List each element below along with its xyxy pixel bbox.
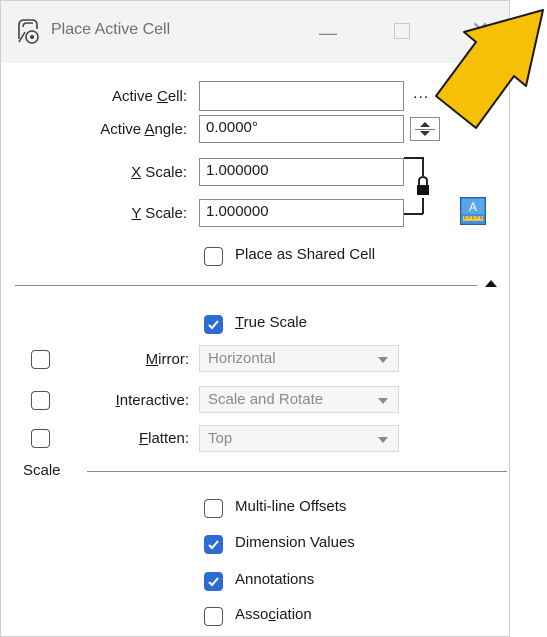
active-cell-label: Active Cell: bbox=[111, 88, 187, 105]
annotations-checkbox[interactable] bbox=[204, 572, 223, 591]
lock-bracket-bottom bbox=[404, 213, 423, 215]
interactive-value: Scale and Rotate bbox=[208, 391, 324, 408]
association-label: Association bbox=[235, 606, 312, 623]
dimension-values-label: Dimension Values bbox=[235, 534, 355, 551]
mirror-select[interactable]: Horizontal bbox=[199, 345, 399, 372]
checkmark-icon bbox=[208, 540, 219, 550]
active-angle-label: Active Angle: bbox=[100, 121, 187, 138]
place-shared-cell-label: Place as Shared Cell bbox=[235, 246, 376, 263]
y-scale-label: Y Scale: bbox=[131, 205, 187, 222]
chevron-down-icon bbox=[378, 357, 388, 363]
collapse-arrow-icon[interactable] bbox=[485, 280, 497, 287]
window-title: Place Active Cell bbox=[51, 21, 171, 38]
multi-line-offsets-label: Multi-line Offsets bbox=[235, 498, 347, 515]
y-scale-input[interactable]: 1.000000 bbox=[199, 199, 404, 227]
lock-icon[interactable] bbox=[416, 176, 430, 196]
flatten-select[interactable]: Top bbox=[199, 425, 399, 452]
checkmark-icon bbox=[208, 577, 219, 587]
scale-section-divider bbox=[87, 471, 507, 472]
interactive-select[interactable]: Scale and Rotate bbox=[199, 386, 399, 413]
x-scale-input[interactable]: 1.000000 bbox=[199, 158, 404, 186]
dimension-values-checkbox[interactable] bbox=[204, 535, 223, 554]
flatten-checkbox[interactable] bbox=[31, 429, 50, 448]
lock-bracket-lower bbox=[422, 198, 424, 214]
svg-text:A: A bbox=[469, 200, 477, 214]
chevron-down-icon bbox=[378, 398, 388, 404]
active-angle-input[interactable]: 0.0000° bbox=[199, 115, 404, 143]
place-shared-cell-checkbox[interactable] bbox=[204, 247, 223, 266]
x-scale-label: X Scale: bbox=[131, 164, 187, 181]
multi-line-offsets-checkbox[interactable] bbox=[204, 499, 223, 518]
mirror-label: Mirror: bbox=[145, 351, 189, 368]
annotations-label: Annotations bbox=[235, 571, 315, 588]
flatten-value: Top bbox=[208, 430, 233, 447]
checkmark-icon bbox=[208, 320, 219, 330]
active-cell-input[interactable] bbox=[199, 81, 404, 111]
chevron-down-icon bbox=[378, 437, 388, 443]
interactive-checkbox[interactable] bbox=[31, 391, 50, 410]
place-cell-icon bbox=[18, 19, 39, 44]
minimize-icon[interactable]: — bbox=[319, 23, 337, 44]
mirror-checkbox[interactable] bbox=[31, 350, 50, 369]
mirror-value: Horizontal bbox=[208, 350, 276, 367]
annotation-scale-icon[interactable]: A bbox=[460, 197, 486, 225]
interactive-label: Interactive: bbox=[115, 392, 189, 409]
true-scale-label: True Scale bbox=[235, 314, 307, 331]
scale-section-title: Scale bbox=[23, 462, 61, 479]
true-scale-checkbox[interactable] bbox=[204, 315, 223, 334]
lock-bracket-top bbox=[404, 157, 423, 159]
arrow-pointer-icon bbox=[435, 9, 544, 129]
section-divider bbox=[15, 285, 477, 286]
association-checkbox[interactable] bbox=[204, 607, 223, 626]
lock-bracket-upper bbox=[422, 157, 424, 176]
flatten-label: Flatten: bbox=[138, 430, 189, 447]
maximize-icon[interactable] bbox=[394, 23, 410, 39]
